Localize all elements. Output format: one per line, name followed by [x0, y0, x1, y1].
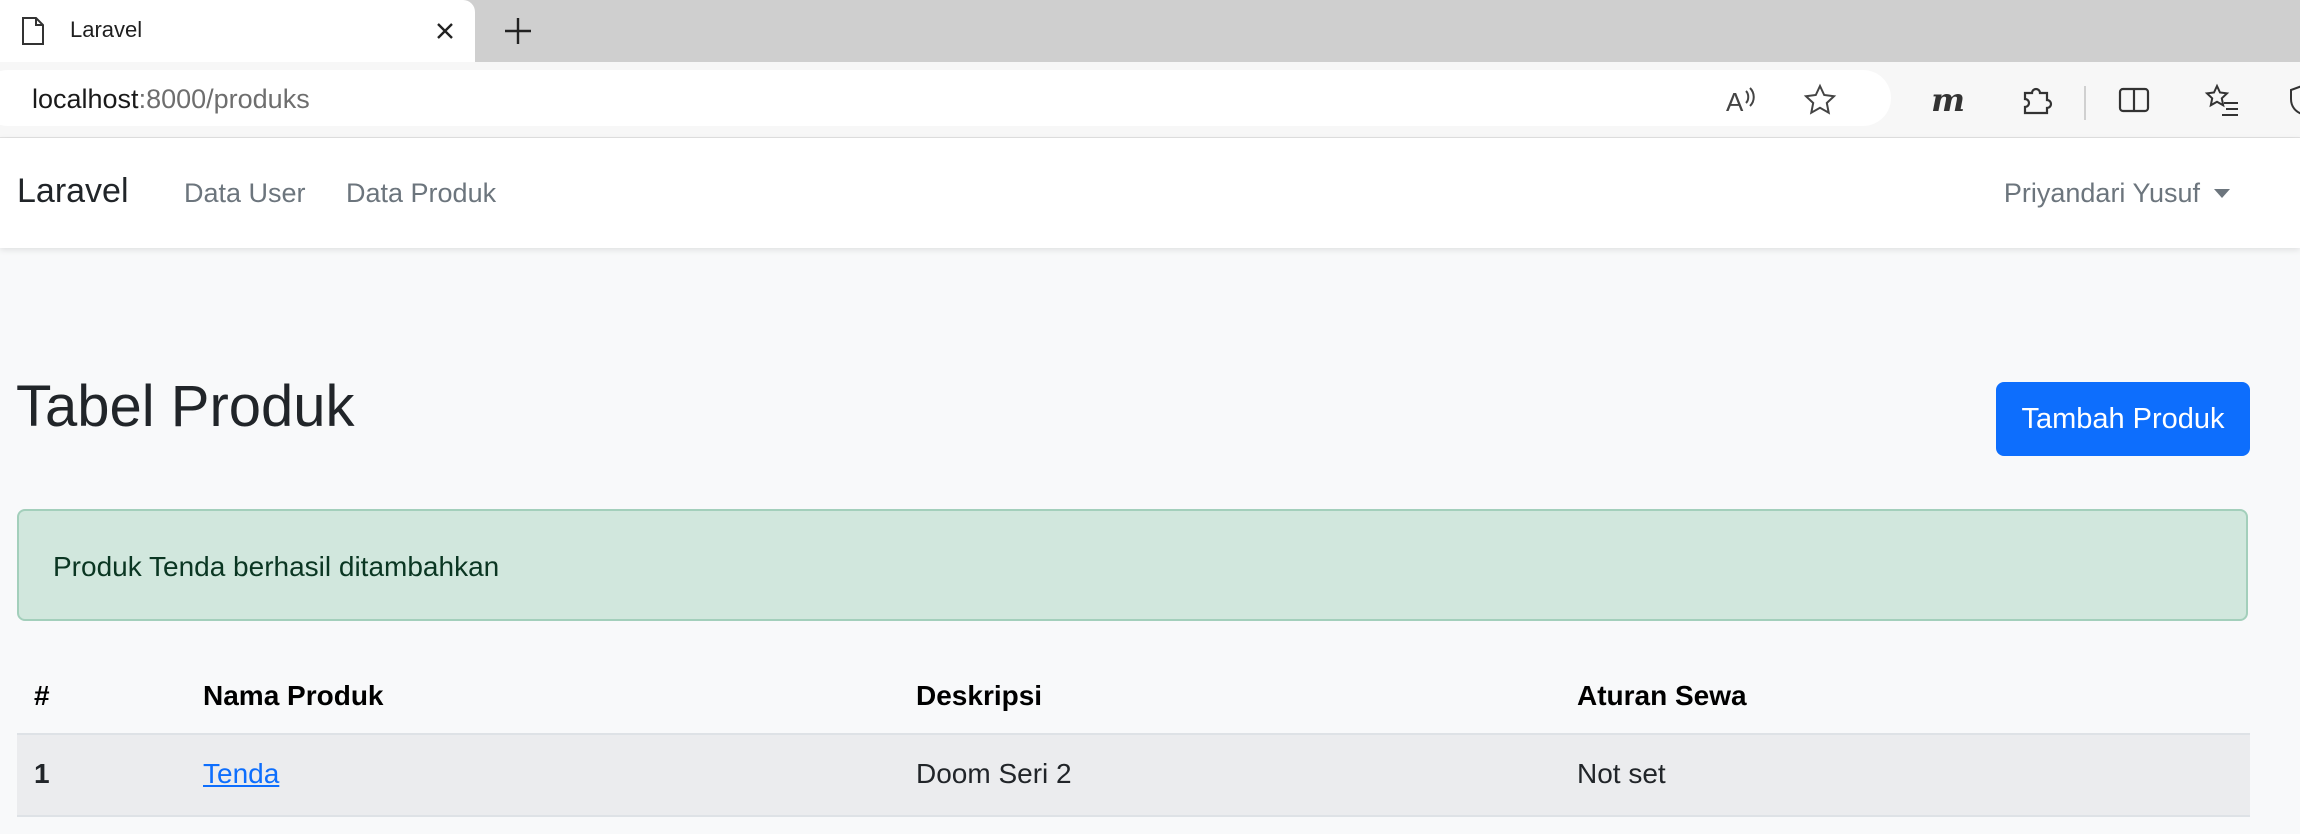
table-row: 1 Tenda Doom Seri 2 Not set — [17, 735, 2250, 817]
favorites-list-icon[interactable] — [2204, 82, 2240, 118]
m-extension-icon[interactable]: m — [1930, 81, 1966, 119]
cell-number: 1 — [34, 758, 50, 789]
svg-text:A: A — [1726, 87, 1744, 117]
cell-rules: Not set — [1577, 758, 1666, 789]
toolbar-divider — [2084, 86, 2086, 120]
nav-link-data-user[interactable]: Data User — [184, 178, 306, 209]
page-icon — [20, 16, 46, 46]
success-alert: Produk Tenda berhasil ditambahkan — [17, 509, 2248, 621]
url-path: :8000/produks — [138, 84, 310, 114]
address-bar[interactable]: localhost:8000/produks A — [0, 70, 1891, 126]
plus-icon[interactable] — [498, 12, 538, 50]
cell-name: Tenda — [203, 758, 279, 790]
product-link[interactable]: Tenda — [203, 758, 279, 789]
url-host: localhost — [32, 84, 139, 114]
app-navbar: Laravel Data User Data Produk Priyandari… — [0, 138, 2300, 248]
shield-icon[interactable] — [2284, 82, 2300, 118]
tab-title: Laravel — [70, 17, 143, 42]
product-table: # Nama Produk Deskripsi Aturan Sewa 1 Te… — [17, 660, 2250, 817]
close-icon[interactable] — [428, 14, 462, 48]
split-screen-icon[interactable] — [2116, 82, 2152, 118]
read-aloud-icon[interactable]: A — [1723, 82, 1759, 118]
add-product-button[interactable]: Tambah Produk — [1996, 382, 2250, 456]
column-header-number: # — [34, 680, 50, 711]
column-header-name: Nama Produk — [203, 680, 384, 711]
navbar-brand[interactable]: Laravel — [17, 172, 129, 211]
browser-toolbar: localhost:8000/produks A m — [0, 62, 2300, 138]
caret-down-icon — [2214, 189, 2230, 198]
column-header-rules: Aturan Sewa — [1577, 680, 1747, 711]
extensions-puzzle-icon[interactable] — [2018, 82, 2054, 118]
column-header-description: Deskripsi — [916, 680, 1043, 711]
cell-description: Doom Seri 2 — [916, 758, 1072, 789]
table-header: # Nama Produk Deskripsi Aturan Sewa — [17, 660, 2250, 735]
user-name: Priyandari Yusuf — [2003, 178, 2200, 208]
alert-message: Produk Tenda berhasil ditambahkan — [53, 551, 500, 582]
favorite-star-icon[interactable] — [1802, 82, 1838, 118]
browser-tab-bar: Laravel — [0, 0, 2300, 62]
nav-link-data-produk[interactable]: Data Produk — [346, 178, 496, 209]
url-text[interactable]: localhost:8000/produks — [32, 84, 310, 115]
user-dropdown[interactable]: Priyandari Yusuf — [2004, 178, 2230, 209]
page-title: Tabel Produk — [16, 374, 355, 439]
browser-tab[interactable]: Laravel — [0, 0, 475, 62]
